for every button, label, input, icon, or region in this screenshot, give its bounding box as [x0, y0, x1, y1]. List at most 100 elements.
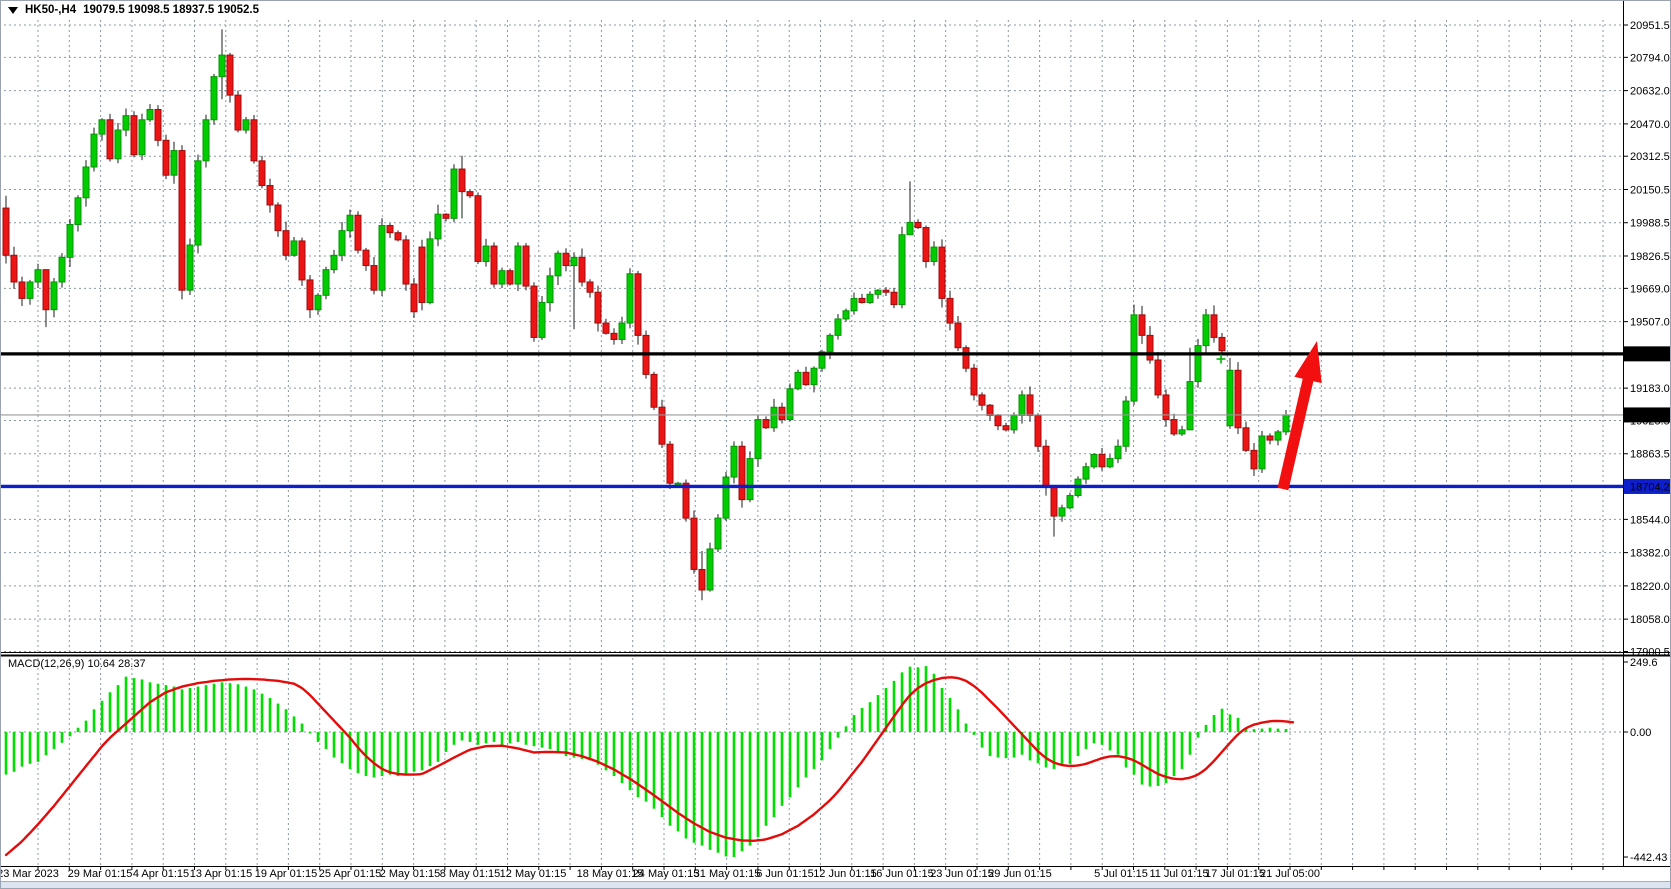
candle-bear	[11, 255, 17, 282]
price-tag-label: 19350.0	[1630, 349, 1670, 361]
candle-bull	[51, 282, 57, 310]
candle-bear	[763, 420, 769, 428]
macd-histogram-bar	[1277, 729, 1280, 732]
price-axis-label: 20150.5	[1630, 184, 1670, 196]
macd-histogram-bar	[413, 732, 416, 772]
macd-histogram-bar	[325, 732, 328, 749]
candle-bull	[1011, 415, 1017, 429]
macd-histogram-bar	[509, 732, 512, 743]
time-axis-label: 4 Apr 01:15	[133, 868, 189, 880]
candle-bear	[299, 241, 305, 280]
candle-bear	[1099, 454, 1105, 466]
macd-histogram-bar	[485, 732, 488, 743]
macd-histogram-bar	[237, 684, 240, 732]
chart-header: HK50-,H4 19079.5 19098.5 18937.5 19052.5	[8, 4, 259, 16]
macd-histogram-bar	[1109, 732, 1112, 750]
price-tag-label: 19052.5	[1630, 410, 1670, 422]
macd-histogram-bar	[1117, 732, 1120, 755]
candle-bear	[683, 483, 689, 518]
candle-bear	[467, 192, 473, 196]
macd-histogram-bar	[389, 732, 392, 775]
ohlc-values: 19079.5 19098.5 18937.5 19052.5	[83, 4, 259, 16]
candle-bull	[555, 253, 561, 276]
macd-histogram-bar	[173, 687, 176, 732]
macd-histogram-bar	[757, 732, 760, 837]
candle-bear	[179, 151, 185, 291]
candle-bull	[35, 270, 41, 282]
candle-bull	[1059, 508, 1065, 516]
symbol-period-label: HK50-,H4	[25, 4, 76, 16]
chart-window: 20951.520794.020632.020470.020312.520150…	[0, 0, 1671, 889]
candle-bull	[1283, 415, 1289, 432]
candle-bear	[691, 518, 697, 569]
time-axis-label: 23 Mar 2023	[0, 868, 59, 880]
candle-bull	[1115, 446, 1121, 458]
price-axis-label: 18544.0	[1630, 514, 1670, 526]
candle-bear	[563, 253, 569, 265]
macd-axis-label: 249.6	[1630, 657, 1658, 669]
time-axis-label: 24 May 01:15	[633, 868, 700, 880]
time-axis-label: 11 Jul 01:15	[1149, 868, 1208, 880]
price-axis-label: 20312.5	[1630, 151, 1670, 163]
candle-bull	[675, 483, 681, 485]
macd-histogram-bar	[445, 732, 448, 752]
macd-histogram-bar	[877, 695, 880, 732]
macd-histogram-bar	[429, 732, 432, 766]
macd-histogram-bar	[269, 698, 272, 732]
candle-bear	[779, 407, 785, 419]
candle-bear	[419, 247, 425, 302]
macd-histogram-bar	[989, 732, 992, 756]
macd-histogram-bar	[869, 702, 872, 732]
macd-histogram-bar	[421, 732, 424, 770]
price-axis-label: 19988.5	[1630, 218, 1670, 230]
candle-bear	[1139, 315, 1145, 336]
candle-bear	[403, 240, 409, 284]
macd-histogram-bar	[181, 689, 184, 732]
candle-bull	[1067, 496, 1073, 508]
macd-histogram-bar	[469, 732, 472, 742]
candle-bear	[995, 415, 1001, 425]
macd-histogram-bar	[973, 732, 976, 735]
candle-bear	[739, 446, 745, 499]
price-axis-label: 19826.5	[1630, 251, 1670, 263]
candle-bear	[923, 228, 929, 262]
candlestick-chart[interactable]: 20951.520794.020632.020470.020312.520150…	[0, 0, 1671, 889]
macd-histogram-bar	[85, 721, 88, 732]
candle-bull	[123, 116, 129, 130]
candle-bear	[587, 282, 593, 292]
candle-bull	[315, 295, 321, 309]
candle-bear	[1267, 436, 1273, 440]
time-axis-label: 19 Apr 01:15	[255, 868, 317, 880]
macd-histogram-bar	[741, 732, 744, 851]
candle-bull	[59, 257, 65, 282]
candle-bear	[1211, 315, 1217, 338]
macd-histogram-bar	[189, 688, 192, 732]
macd-histogram-bar	[957, 709, 960, 732]
candle-bull	[323, 270, 329, 296]
macd-histogram-bar	[1229, 714, 1232, 732]
candle-bear	[395, 233, 401, 240]
macd-histogram-bar	[1149, 732, 1152, 787]
macd-histogram-bar	[69, 732, 72, 736]
candle-bear	[275, 205, 281, 231]
macd-histogram-bar	[541, 732, 544, 748]
macd-histogram-bar	[477, 732, 480, 745]
macd-histogram-bar	[221, 682, 224, 732]
candle-bull	[1107, 459, 1113, 467]
candle-bear	[43, 270, 49, 310]
macd-histogram-bar	[405, 732, 408, 775]
macd-histogram-bar	[1213, 715, 1216, 732]
candle-bear	[131, 116, 137, 155]
macd-histogram-bar	[1197, 732, 1200, 738]
candle-bear	[971, 368, 977, 395]
macd-histogram-bar	[149, 682, 152, 732]
candle-bear	[963, 348, 969, 369]
macd-histogram-bar	[805, 732, 808, 777]
macd-histogram-bar	[117, 685, 120, 732]
macd-histogram-bar	[533, 732, 536, 746]
macd-histogram-bar	[829, 732, 832, 749]
macd-histogram-bar	[293, 716, 296, 732]
time-axis-label: 13 Apr 01:15	[190, 868, 252, 880]
candle-bull	[1091, 454, 1097, 466]
symbol-dropdown-icon[interactable]	[8, 7, 18, 14]
